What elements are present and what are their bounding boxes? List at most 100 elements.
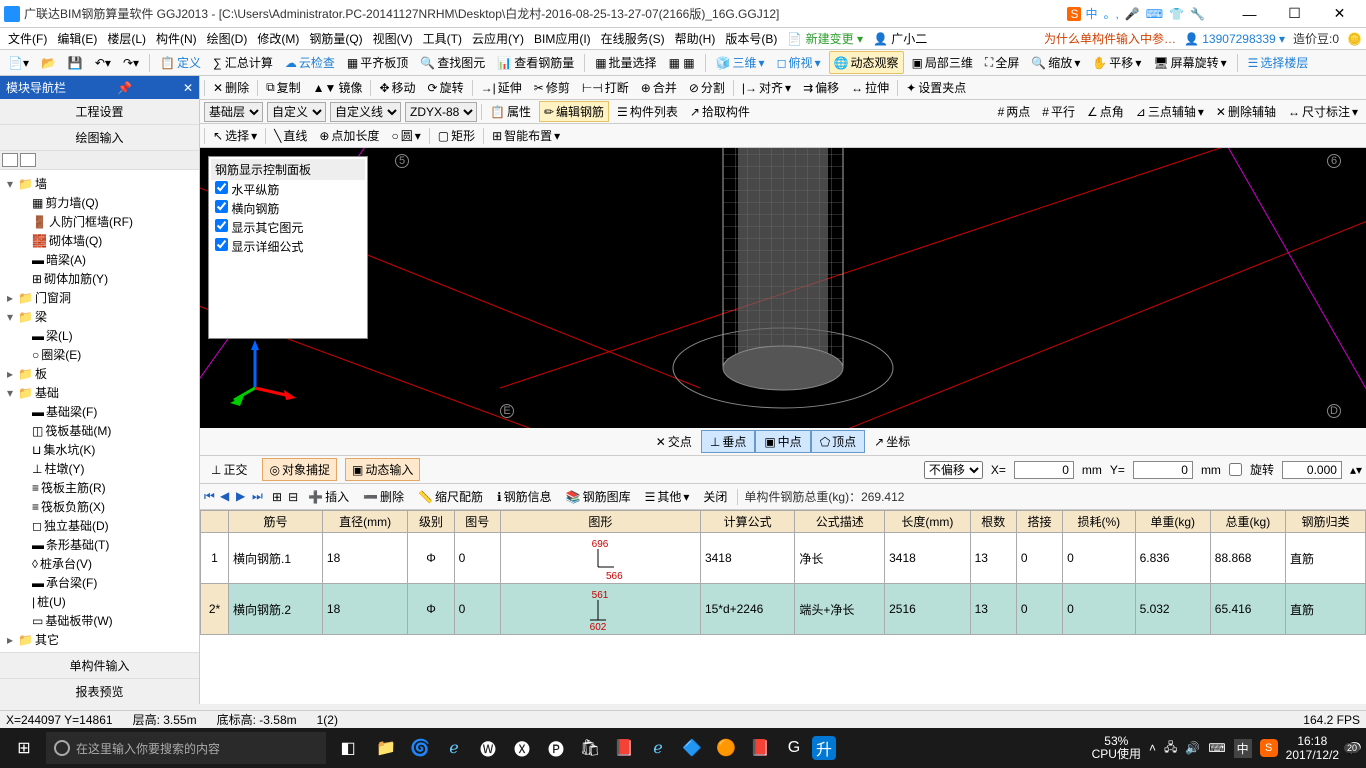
offset-select[interactable]: 不偏移 (924, 461, 983, 479)
viewrebar-button[interactable]: 📊 查看钢筋量 (493, 52, 578, 73)
th-cat[interactable]: 钢筋归类 (1286, 511, 1366, 533)
tray-up-icon[interactable]: ˄ (1149, 741, 1156, 755)
3d-viewport[interactable]: 5 6 E D 钢筋显示控制面板 水平纵筋 横向钢筋 显示其它图元 显示详细公式 (200, 148, 1366, 428)
cell-desc[interactable]: 端头+净长 (795, 584, 885, 635)
opt-horiz[interactable]: 水平纵筋 (211, 180, 365, 199)
cell-name[interactable]: 横向钢筋.2 (229, 584, 323, 635)
tip-link[interactable]: 为什么单构件输入中参… (1044, 30, 1176, 47)
tb-ie[interactable]: ℯ (642, 732, 674, 764)
ime-punct-icon[interactable]: 。, (1101, 5, 1120, 22)
snap-jiao[interactable]: ✕ 交点 (647, 430, 701, 453)
first-button[interactable]: ⏮ (204, 489, 218, 504)
extlen-button[interactable]: ⊕ 点加长度 (315, 126, 383, 145)
tab-icon-1[interactable] (2, 153, 18, 167)
grid-icon1[interactable]: ⊞ (272, 490, 282, 504)
clock[interactable]: 16:18 2017/12/2 (1286, 734, 1339, 763)
rect-button[interactable]: ▢ 矩形 (434, 126, 479, 145)
tree-rfdoor[interactable]: 🚪 人防门框墙(RF) (4, 212, 195, 231)
cell-uw[interactable]: 5.032 (1135, 584, 1210, 635)
search-box[interactable]: 在这里输入你要搜索的内容 (46, 732, 326, 764)
phone-number[interactable]: 👤 13907298339 ▾ (1184, 32, 1285, 46)
tree-door[interactable]: ▸📁 门窗洞 (4, 288, 195, 307)
close-button[interactable]: ✕ (1317, 0, 1362, 28)
mirror-button[interactable]: ▲▼ 镜像 (309, 78, 367, 97)
opt-other[interactable]: 显示其它图元 (211, 218, 365, 237)
tb-glodon1[interactable]: 📕 (608, 732, 640, 764)
zhengjiao-button[interactable]: ⊥ 正交 (204, 458, 254, 481)
dyn-button[interactable]: 🌐 动态观察 (829, 51, 904, 74)
cell-shape[interactable]: 696566 (500, 533, 700, 584)
info-button[interactable]: ℹ 钢筋信息 (493, 486, 556, 507)
single-input-button[interactable]: 单构件输入 (0, 652, 199, 678)
menu-edit[interactable]: 编辑(E) (53, 28, 101, 49)
close-rebar-button[interactable]: 关闭 (699, 486, 731, 507)
cell-cat[interactable]: 直筋 (1286, 533, 1366, 584)
circle-button[interactable]: ○ 圆 ▾ (387, 126, 424, 145)
rotate-button[interactable]: ⟳ 旋转 (424, 78, 468, 97)
menu-draw[interactable]: 绘图(D) (203, 28, 252, 49)
tree-capbeam[interactable]: ▬ 承台梁(F) (4, 573, 195, 592)
sumcalc-button[interactable]: ∑ 汇总计算 (209, 52, 277, 73)
define-button[interactable]: 📋 定义 (156, 52, 205, 73)
tb-glodon3[interactable]: G (778, 732, 810, 764)
merge-button[interactable]: ⊕ 合并 (637, 78, 681, 97)
opt-detail[interactable]: 显示详细公式 (211, 237, 365, 256)
cell-shape[interactable]: 561602 (500, 584, 700, 635)
grid-icon2[interactable]: ⊟ (288, 490, 298, 504)
sanwei-button[interactable]: 🧊 三维 ▾ (712, 52, 769, 73)
tree-indep[interactable]: ◻ 独立基础(D) (4, 516, 195, 535)
th-lap[interactable]: 搭接 (1016, 511, 1062, 533)
entlist-button[interactable]: ☰ 构件列表 (613, 102, 682, 121)
cell-lap[interactable]: 0 (1016, 533, 1062, 584)
component-tree[interactable]: ▾📁 墙 ▦ 剪力墙(Q) 🚪 人防门框墙(RF) 🧱 砌体墙(Q) ▬ 暗梁(… (0, 170, 199, 652)
tray-vol-icon[interactable]: 🔊 (1185, 741, 1200, 755)
ime-mic-icon[interactable]: 🎤 (1123, 7, 1142, 21)
cell-dia[interactable]: 18 (322, 533, 407, 584)
tb-explorer[interactable]: 📁 (370, 732, 402, 764)
delaux-button[interactable]: ✕ 删除辅轴 (1212, 102, 1280, 121)
ime-skin-icon[interactable]: 👕 (1167, 7, 1186, 21)
tree-shear[interactable]: ▦ 剪力墙(Q) (4, 193, 195, 212)
cell-len[interactable]: 2516 (885, 584, 970, 635)
scale-button[interactable]: 📏 缩尺配筋 (414, 486, 487, 507)
prop-button[interactable]: 📋 属性 (486, 102, 535, 121)
menu-tools[interactable]: 工具(T) (419, 28, 466, 49)
move-button[interactable]: ✥ 移动 (375, 78, 419, 97)
tb-store[interactable]: 🛍 (574, 732, 606, 764)
tray-lang-icon[interactable]: ⌨ (1208, 741, 1225, 755)
x-input[interactable] (1014, 461, 1074, 479)
undo-button[interactable]: ↶▾ (91, 54, 115, 72)
copy-button[interactable]: ⧉ 复制 (262, 78, 305, 97)
tb-edge[interactable]: ℯ (438, 732, 470, 764)
maximize-button[interactable]: ☐ (1272, 0, 1317, 28)
cell-len[interactable]: 3418 (885, 533, 970, 584)
menu-cloud[interactable]: 云应用(Y) (468, 28, 528, 49)
pingxing-button[interactable]: # 平行 (1038, 102, 1079, 121)
ime-zh-icon[interactable]: 中 (1083, 5, 1099, 22)
ime-tool-icon[interactable]: 🔧 (1188, 7, 1207, 21)
tree-beam[interactable]: ▾📁 梁 (4, 307, 195, 326)
save-button[interactable]: 💾 (64, 54, 87, 72)
batchsel-button[interactable]: ▦ 批量选择 (591, 52, 660, 73)
level1-select[interactable]: 基础层 (204, 102, 263, 122)
split-button[interactable]: ⊘ 分割 (685, 78, 729, 97)
report-preview-button[interactable]: 报表预览 (0, 678, 199, 704)
tree-brick[interactable]: 🧱 砌体墙(Q) (4, 231, 195, 250)
tb-excel[interactable]: 🅧 (506, 732, 538, 764)
rotate-checkbox[interactable] (1229, 463, 1242, 476)
taskview-button[interactable]: ◧ (328, 728, 368, 768)
tree-wall[interactable]: ▾📁 墙 (4, 174, 195, 193)
findent-button[interactable]: 🔍 查找图元 (416, 52, 489, 73)
th-dia[interactable]: 直径(mm) (322, 511, 407, 533)
tree-raft[interactable]: ◫ 筏板基础(M) (4, 421, 195, 440)
delete-button[interactable]: ✕ 删除 (209, 78, 253, 97)
tree-pier[interactable]: ⊥ 柱墩(Y) (4, 459, 195, 478)
nav-engineering[interactable]: 工程设置 (0, 99, 199, 125)
th-name[interactable]: 筋号 (229, 511, 323, 533)
th-loss[interactable]: 损耗(%) (1063, 511, 1135, 533)
cell-lap[interactable]: 0 (1016, 584, 1062, 635)
tree-brickre[interactable]: ⊞ 砌体加筋(Y) (4, 269, 195, 288)
tree-foundslab[interactable]: ▭ 基础板带(W) (4, 611, 195, 630)
tb-glodon2[interactable]: 🔷 (676, 732, 708, 764)
tree-hidden[interactable]: ▬ 暗梁(A) (4, 250, 195, 269)
